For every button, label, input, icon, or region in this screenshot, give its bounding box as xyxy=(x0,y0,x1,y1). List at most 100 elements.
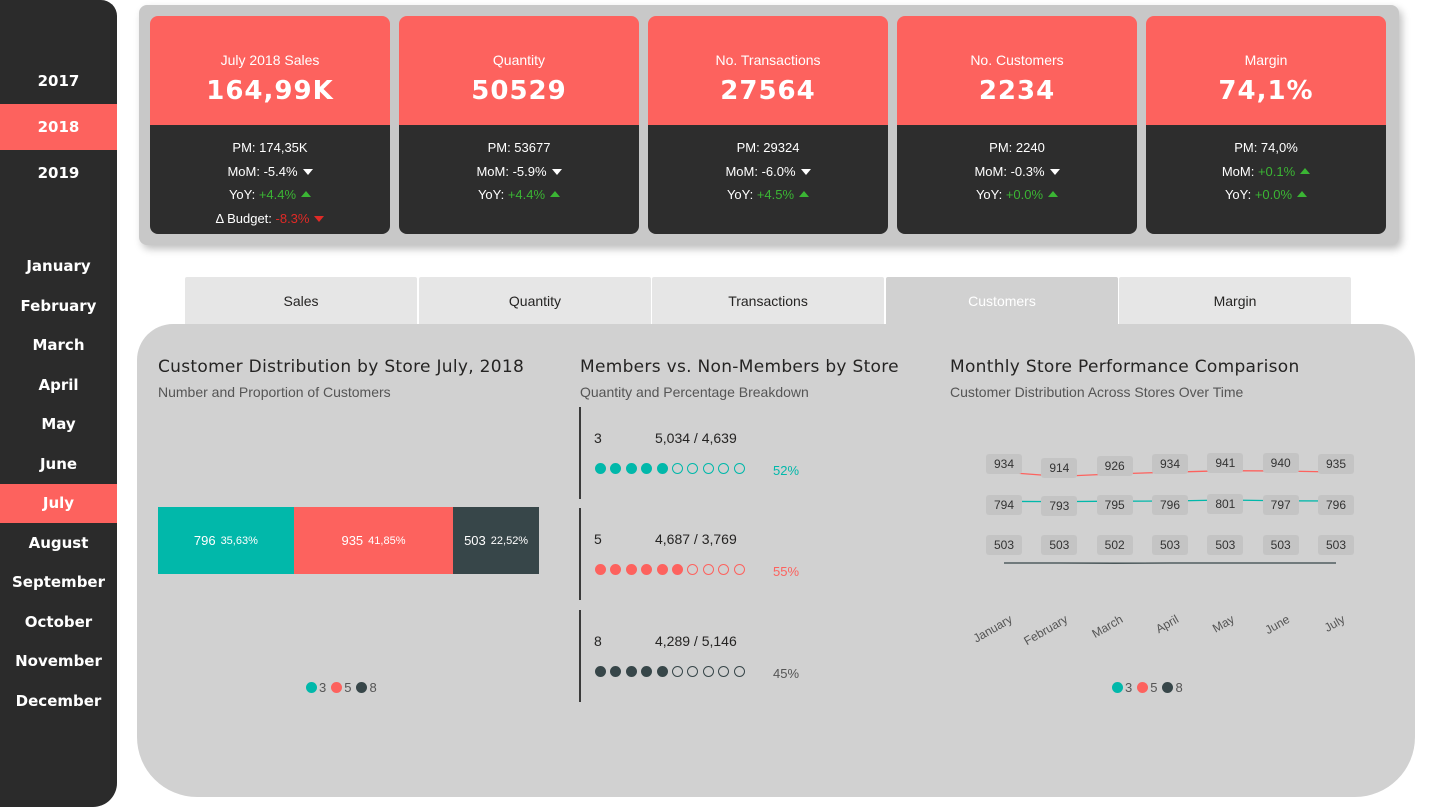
legend-dot-icon xyxy=(356,682,368,693)
kpi-yoy-value: +4.4% xyxy=(258,187,297,202)
month-december[interactable]: December xyxy=(0,682,117,721)
filled-dot-icon xyxy=(641,666,653,677)
month-august[interactable]: August xyxy=(0,524,117,563)
empty-dot-icon xyxy=(718,564,730,575)
month-september[interactable]: September xyxy=(0,563,117,602)
filled-dot-icon xyxy=(610,463,622,474)
stacked-bar-segment-store-3[interactable]: 796 35,63% xyxy=(158,507,294,574)
tab-quantity[interactable]: Quantity xyxy=(419,277,651,324)
kpi-previous-month: PM: 74,0% xyxy=(1234,140,1298,155)
filled-dot-icon xyxy=(656,564,668,575)
kpi-mom-value: -5.4% xyxy=(263,163,298,179)
tab-sales[interactable]: Sales xyxy=(185,277,417,324)
filled-dot-icon xyxy=(595,564,606,575)
data-label: 934 xyxy=(986,454,1022,475)
members-title: Members vs. Non-Members by Store xyxy=(580,357,899,377)
kpi-card-header: Quantity 50529 xyxy=(399,16,639,125)
line-chart-title: Monthly Store Performance Comparison xyxy=(950,357,1300,377)
arrow-down-icon xyxy=(302,169,313,176)
kpi-details: PM: 53677 MoM: -5.9% YoY: +4.4% xyxy=(399,125,639,234)
member-store-label: 3 xyxy=(594,430,602,446)
member-store-label: 8 xyxy=(594,633,602,649)
arrow-down-icon xyxy=(314,216,325,223)
data-label: 503 xyxy=(1318,535,1354,555)
arrow-up-icon xyxy=(301,191,312,197)
kpi-yoy-label: YoY: xyxy=(726,187,757,202)
kpi-yoy-label: YoY: xyxy=(228,187,259,202)
arrow-up-icon xyxy=(799,191,810,197)
kpi-panel: July 2018 Sales 164,99K PM: 174,35K MoM: -5… xyxy=(139,5,1399,245)
kpi-yoy-label: YoY: xyxy=(1224,187,1255,202)
member-percent: 55% xyxy=(773,564,800,579)
kpi-value: 164,99K xyxy=(206,76,334,106)
month-june[interactable]: June xyxy=(0,445,117,484)
segment-percent: 35,63% xyxy=(220,534,258,547)
legend-dot-icon xyxy=(1137,682,1149,693)
year-2017[interactable]: 2017 xyxy=(0,58,117,104)
data-label: 914 xyxy=(1041,458,1078,479)
data-label: 503 xyxy=(1207,535,1244,555)
kpi-mom-value: +0.1% xyxy=(1257,163,1296,179)
year-2018[interactable]: 2018 xyxy=(0,104,117,150)
kpi-previous-month: PM: 174,35K xyxy=(232,140,308,155)
data-label: 935 xyxy=(1318,454,1354,474)
month-january[interactable]: January xyxy=(0,247,117,286)
distribution-title: Customer Distribution by Store July, 201… xyxy=(158,357,525,377)
data-label: 941 xyxy=(1207,452,1244,473)
month-november[interactable]: November xyxy=(0,642,117,681)
data-label: 796 xyxy=(1152,495,1188,515)
filled-dot-icon xyxy=(595,463,606,474)
member-store-label: 5 xyxy=(594,531,602,547)
kpi-yoy: YoY: +4.4% xyxy=(150,183,390,207)
kpi-label: No. Customers xyxy=(970,52,1064,68)
kpi-previous-month: PM: 2240 xyxy=(989,140,1045,155)
month-may[interactable]: May xyxy=(0,405,117,444)
empty-dot-icon xyxy=(687,666,699,677)
kpi-budget-label: Δ Budget: xyxy=(215,210,276,226)
member-row-divider xyxy=(579,610,581,702)
legend-label: 8 xyxy=(369,680,377,695)
kpi-mom: MoM: +0.1% xyxy=(1146,160,1386,184)
empty-dot-icon xyxy=(702,564,714,575)
data-label: 503 xyxy=(1262,535,1299,555)
member-values: 4,687 / 3,769 xyxy=(655,531,737,547)
month-april[interactable]: April xyxy=(0,366,117,405)
stacked-bar-segment-store-5[interactable]: 935 41,85% xyxy=(293,507,454,574)
data-label: 503 xyxy=(1041,535,1078,555)
filled-dot-icon xyxy=(625,666,637,677)
data-label: 934 xyxy=(1152,454,1188,475)
kpi-details: PM: 2240 MoM: -0.3% YoY: +0.0% xyxy=(897,125,1137,234)
kpi-yoy-label: YoY: xyxy=(975,187,1006,202)
kpi-details: PM: 174,35K MoM: -5.4% YoY: +4.4% Δ Budget:… xyxy=(150,125,390,234)
segment-value: 935 xyxy=(341,533,364,548)
data-label: 795 xyxy=(1096,495,1133,516)
line-chart-subtitle: Customer Distribution Across Stores Over… xyxy=(950,384,1244,400)
year-2019[interactable]: 2019 xyxy=(0,150,117,196)
kpi-card-header: July 2018 Sales 164,99K xyxy=(150,16,390,125)
tab-transactions[interactable]: Transactions xyxy=(652,277,884,324)
arrow-up-icon xyxy=(1300,167,1311,174)
member-dot-rating xyxy=(595,463,749,474)
tab-margin[interactable]: Margin xyxy=(1119,277,1351,324)
kpi-card: Quantity 50529 PM: 53677 MoM: -5.9% YoY: +4.… xyxy=(399,16,639,234)
arrow-down-icon xyxy=(551,169,562,176)
data-label: 940 xyxy=(1262,452,1299,473)
filled-dot-icon xyxy=(641,463,653,474)
kpi-mom-label: MoM: xyxy=(1221,163,1258,179)
kpi-budget: Δ Budget: -8.3% xyxy=(150,207,390,231)
arrow-up-icon xyxy=(1297,191,1308,197)
filled-dot-icon xyxy=(656,666,668,677)
stacked-bar-segment-store-8[interactable]: 503 22,52% xyxy=(453,507,539,574)
kpi-yoy: YoY: +0.0% xyxy=(897,183,1137,207)
tab-customers[interactable]: Customers xyxy=(886,277,1118,324)
distribution-stacked-bar[interactable]: 796 35,63% 935 41,85% 503 22,52% xyxy=(158,507,539,574)
month-july[interactable]: July xyxy=(0,484,117,523)
month-march[interactable]: March xyxy=(0,326,117,365)
month-october[interactable]: October xyxy=(0,603,117,642)
filled-dot-icon xyxy=(671,564,683,575)
members-subtitle: Quantity and Percentage Breakdown xyxy=(580,384,809,400)
month-february[interactable]: February xyxy=(0,287,117,326)
kpi-mom-value: -6.0% xyxy=(761,163,796,179)
empty-dot-icon xyxy=(671,666,683,677)
filled-dot-icon xyxy=(610,666,622,677)
